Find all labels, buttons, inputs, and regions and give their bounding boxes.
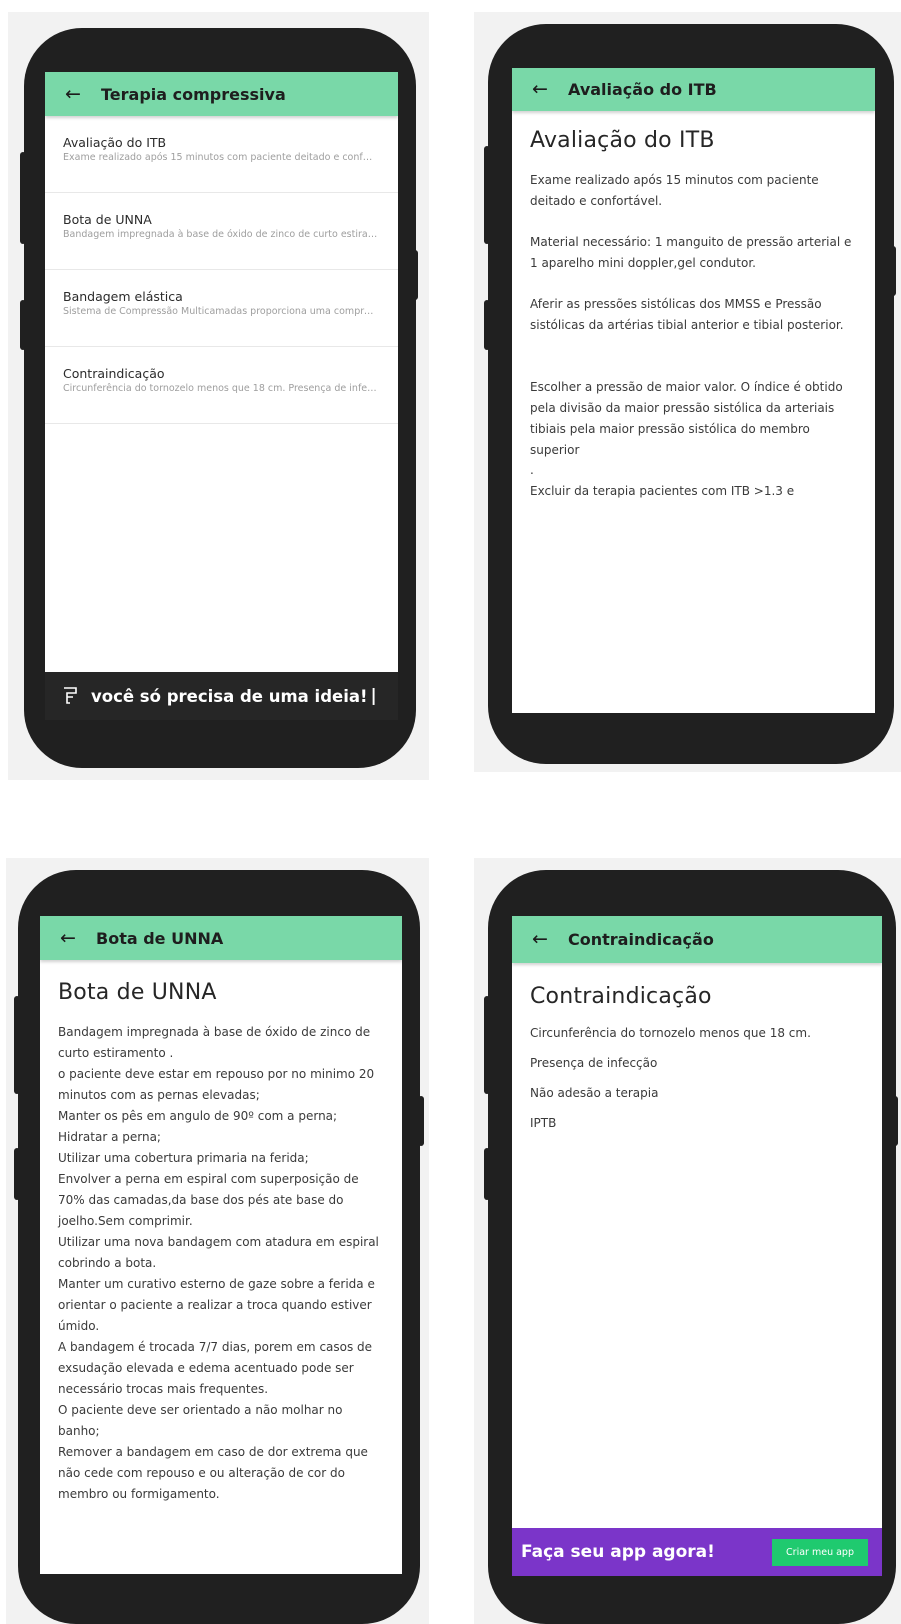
phone1-screen: ← Terapia compressiva Avaliação do ITB E… [45, 72, 398, 720]
content-paragraph: . [530, 463, 534, 477]
page-title: Avaliação do ITB [568, 80, 717, 99]
page-title: Contraindicação [568, 930, 714, 949]
list-item-subtitle: Bandagem impregnada à base de óxido de z… [63, 229, 378, 240]
list-item-title: Avaliação do ITB [63, 135, 167, 150]
list-item-title: Bota de UNNA [63, 212, 152, 227]
list-item-title: Contraindicação [63, 366, 165, 381]
create-app-button[interactable]: Criar meu app [772, 1538, 868, 1566]
contraindication-item: Circunferência do tornozelo menos que 18… [530, 1026, 811, 1040]
content-line: Bandagem impregnada à base de óxido de z… [58, 1025, 371, 1060]
promo-banner-text: Faça seu app agora! [521, 1542, 715, 1562]
phone3-screen: ← Bota de UNNA Bota de UNNA Bandagem imp… [40, 916, 402, 1574]
promo-banner-text: você só precisa de uma ideia! [91, 686, 368, 706]
content-paragraph: Excluir da terapia pacientes com ITB >1.… [530, 484, 795, 498]
phone4-app-bar: ← Contraindicação [512, 916, 882, 963]
content-heading: Contraindicação [530, 984, 712, 1009]
page-title: Terapia compressiva [101, 84, 286, 104]
content-paragraph: Material necessário: 1 manguito de press… [530, 235, 852, 270]
phone4-screen: ← Contraindicação Contraindicação Circun… [512, 916, 882, 1576]
content-line: Remover a bandagem em caso de dor extrem… [58, 1445, 368, 1501]
fabrica-logo-icon [64, 687, 77, 704]
content-paragraph: Aferir as pressões sistólicas dos MMSS e… [530, 297, 844, 332]
contraindication-item: Presença de infecção [530, 1056, 658, 1070]
content-paragraph: Escolher a pressão de maior valor. O índ… [530, 380, 843, 457]
content-line: Manter os pês em angulo de 90º com a per… [58, 1109, 338, 1123]
content-paragraph: Exame realizado após 15 minutos com paci… [530, 173, 819, 208]
list-item[interactable]: Avaliação do ITB Exame realizado após 15… [45, 116, 398, 193]
phone1-app-bar: ← Terapia compressiva [45, 72, 398, 116]
contraindication-item: Não adesão a terapia [530, 1086, 659, 1100]
content-heading: Bota de UNNA [58, 980, 217, 1005]
content-line: A bandagem é trocada 7/7 dias, porem em … [58, 1340, 373, 1396]
content-line: Utilizar uma nova bandagem com atadura e… [58, 1235, 379, 1270]
content-body: Bandagem impregnada à base de óxido de z… [58, 1022, 384, 1505]
list-item-subtitle: Circunferência do tornozelo menos que 18… [63, 383, 378, 394]
list-item-title: Bandagem elástica [63, 289, 183, 304]
list-item-subtitle: Exame realizado após 15 minutos com paci… [63, 152, 378, 163]
phone3-app-bar: ← Bota de UNNA [40, 916, 402, 960]
list-item[interactable]: Bandagem elástica Sistema de Compressão … [45, 270, 398, 347]
promo-banner[interactable]: você só precisa de uma ideia! | [45, 672, 398, 720]
content-line: O paciente deve ser orientado a não molh… [58, 1403, 343, 1438]
list-item[interactable]: Contraindicação Circunferência do tornoz… [45, 347, 398, 424]
arrow-left-icon[interactable]: ← [512, 930, 568, 949]
content-heading: Avaliação do ITB [530, 128, 715, 153]
content-line: Envolver a perna em espiral com superpos… [58, 1172, 359, 1228]
content-line: Hidratar a perna; [58, 1130, 161, 1144]
phone2-screen: ← Avaliação do ITB Avaliação do ITB Exam… [512, 68, 875, 713]
contraindication-item: IPTB [530, 1116, 557, 1130]
content-line: Utilizar uma cobertura primaria na ferid… [58, 1151, 309, 1165]
content-line: Manter um curativo esterno de gaze sobre… [58, 1277, 375, 1333]
list-item-subtitle: Sistema de Compressão Multicamadas propo… [63, 306, 378, 317]
arrow-left-icon[interactable]: ← [40, 928, 96, 948]
phone2-app-bar: ← Avaliação do ITB [512, 68, 875, 111]
page-title: Bota de UNNA [96, 928, 224, 948]
arrow-left-icon[interactable]: ← [512, 80, 568, 99]
arrow-left-icon[interactable]: ← [45, 84, 101, 104]
text-cursor: | [370, 686, 377, 706]
promo-banner: Faça seu app agora! Criar meu app [512, 1528, 882, 1576]
content-line: o paciente deve estar em repouso por no … [58, 1067, 375, 1102]
list-item[interactable]: Bota de UNNA Bandagem impregnada à base … [45, 193, 398, 270]
